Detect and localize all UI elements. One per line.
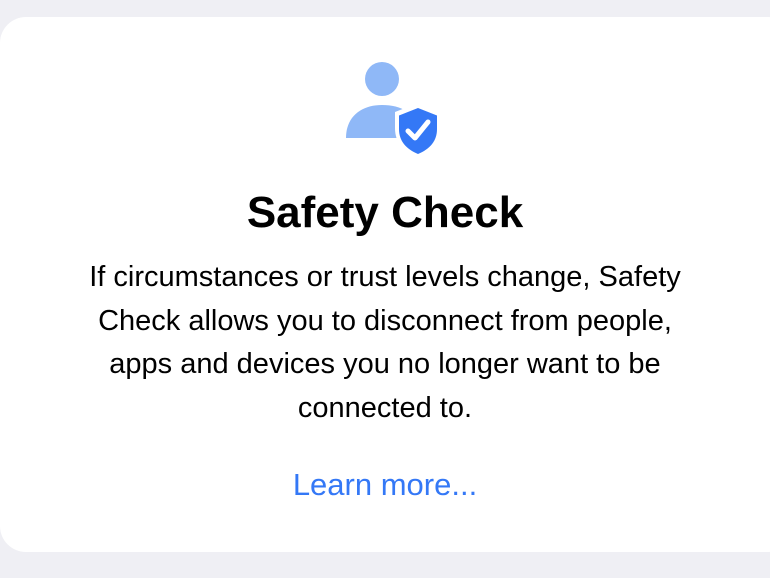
person-shield-icon-svg — [346, 62, 441, 159]
person-shield-icon — [340, 58, 441, 159]
description-line: connected to. — [297, 391, 473, 424]
description-line: Check allows you to disconnect from peop… — [98, 304, 672, 337]
learn-more-link[interactable]: Learn more... — [0, 465, 770, 505]
safety-check-description: If circumstances or trust levels change,… — [25, 256, 745, 430]
safety-check-screen: Safety Check If circumstances or trust l… — [0, 0, 770, 578]
description-line: apps and devices you no longer want to b… — [109, 348, 661, 380]
page-title: Safety Check — [246, 188, 524, 237]
person-head-icon — [365, 62, 399, 96]
description-line: If circumstances or trust levels change,… — [89, 261, 681, 293]
